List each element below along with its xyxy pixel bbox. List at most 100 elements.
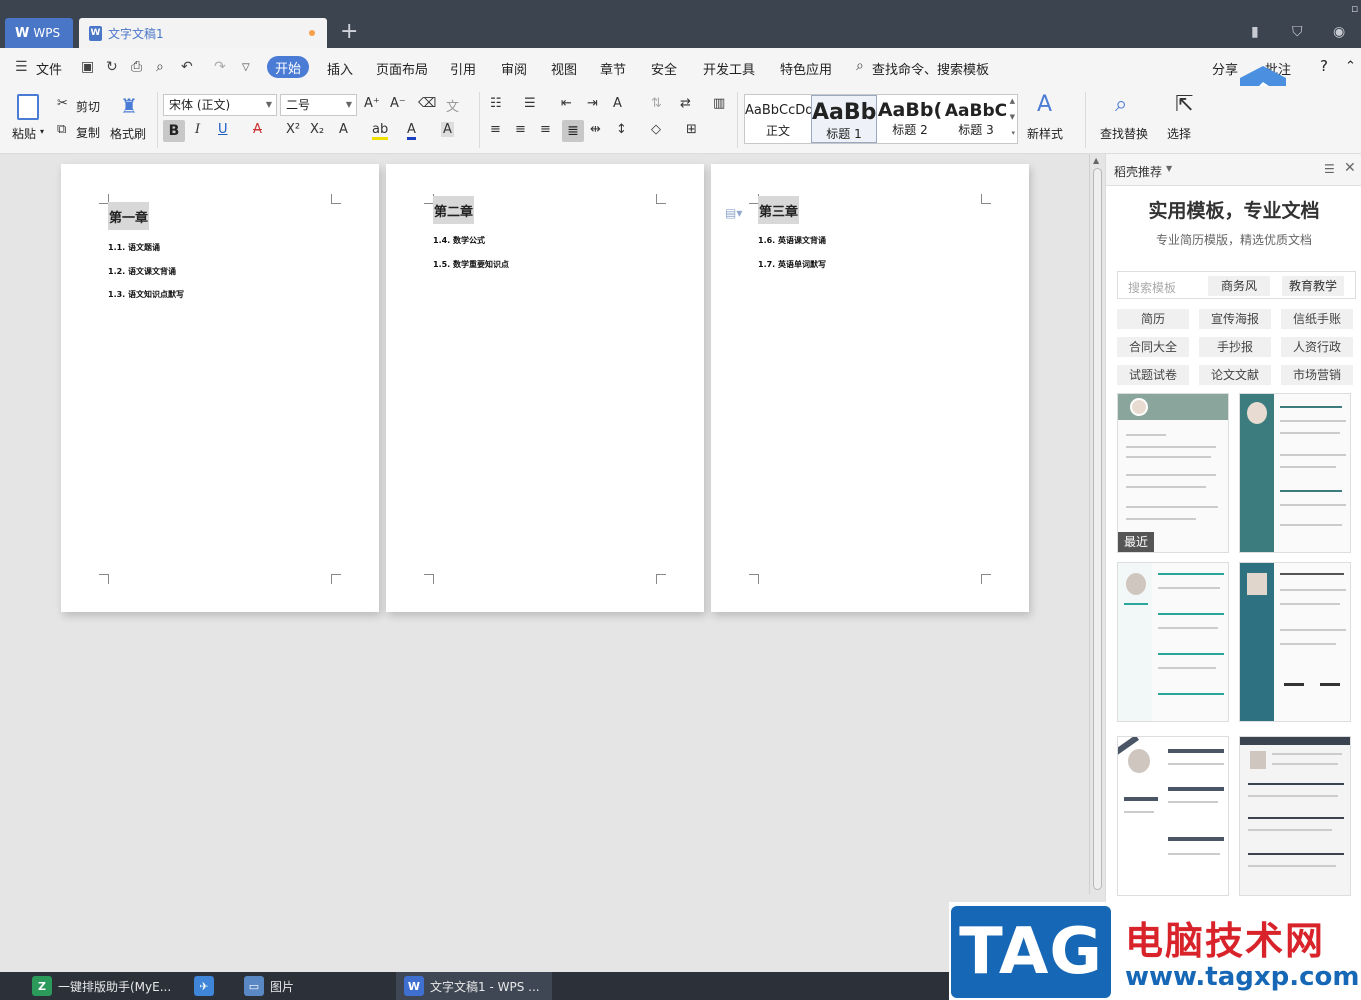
ribbon-collapse-icon[interactable]: ⌃	[1345, 59, 1356, 74]
paragraph-layout-icon[interactable]: ▤▾	[725, 206, 742, 220]
template-thumbnail[interactable]	[1117, 736, 1229, 896]
window-layout-icon[interactable]: ▮	[1251, 24, 1259, 40]
taskbar-app-myeditor[interactable]: Z 一键排版助手(MyE...	[32, 972, 182, 1000]
strikethrough-button[interactable]: A	[253, 122, 262, 137]
menu-view[interactable]: 视图	[551, 59, 577, 78]
increase-indent-icon[interactable]: ⇥	[587, 96, 598, 111]
menu-home[interactable]: 开始	[267, 56, 309, 78]
gallery-scroll-up-icon[interactable]: ▲	[1010, 97, 1015, 105]
category-stationery[interactable]: 信纸手账	[1281, 309, 1353, 329]
template-thumbnail[interactable]	[1239, 562, 1351, 722]
style-heading-3[interactable]: AaBbC 标题 3	[943, 95, 1009, 143]
character-shading-icon[interactable]: A	[441, 122, 454, 137]
section-line[interactable]: 1.6. 英语课文背诵	[758, 235, 826, 246]
quick-tag-business[interactable]: 商务风	[1208, 276, 1270, 296]
format-painter-icon[interactable]: ♜	[120, 94, 138, 118]
scroll-up-icon[interactable]: ▲	[1093, 156, 1099, 165]
numbered-list-icon[interactable]: ☰	[524, 96, 536, 111]
shrink-font-icon[interactable]: A⁻	[390, 96, 406, 111]
phonetic-guide-icon[interactable]: 文	[446, 96, 459, 115]
find-replace-button[interactable]: 查找替换	[1100, 125, 1148, 142]
menu-review[interactable]: 审阅	[501, 59, 527, 78]
decrease-indent-icon[interactable]: ⇤	[561, 96, 572, 111]
text-effect-icon[interactable]: A	[339, 122, 348, 137]
print-icon[interactable]: ⎙	[131, 59, 142, 75]
window-restore-icon[interactable]: ▫	[1351, 2, 1358, 15]
menu-security[interactable]: 安全	[651, 59, 677, 78]
copy-icon[interactable]: ⧉	[57, 122, 66, 137]
category-poster[interactable]: 宣传海报	[1199, 309, 1271, 329]
sort-icon[interactable]: ⇅	[651, 96, 662, 111]
category-hr-admin[interactable]: 人资行政	[1281, 337, 1353, 357]
category-exam-papers[interactable]: 试题试卷	[1117, 365, 1189, 385]
taskbar-app-wps[interactable]: W 文字文稿1 - WPS ...	[396, 972, 552, 1000]
font-name-select[interactable]: 宋体 (正文) ▼	[163, 94, 277, 116]
customize-toolbar-icon[interactable]: ▽	[242, 62, 250, 73]
skin-icon[interactable]: ⛉	[1292, 24, 1303, 40]
bold-button[interactable]: B	[163, 120, 185, 142]
template-search-input[interactable]: 搜索模板	[1128, 279, 1176, 296]
category-handwritten-newspaper[interactable]: 手抄报	[1199, 337, 1271, 357]
section-line[interactable]: 1.5. 数学重要知识点	[433, 259, 509, 270]
clear-format-icon[interactable]: ⌫	[418, 96, 436, 111]
menu-developer[interactable]: 开发工具	[703, 59, 755, 78]
taskbar-app-photos[interactable]: ▭ 图片	[244, 972, 364, 1000]
command-search[interactable]: 查找命令、搜索模板	[872, 59, 989, 78]
format-painter-button[interactable]: 格式刷	[110, 125, 146, 142]
redo-icon[interactable]: ↷	[214, 59, 226, 75]
menu-references[interactable]: 引用	[450, 59, 476, 78]
menu-page-layout[interactable]: 页面布局	[376, 59, 428, 78]
section-line[interactable]: 1.1. 语文题诵	[108, 242, 160, 253]
category-marketing[interactable]: 市场营销	[1281, 365, 1353, 385]
chinese-layout-icon[interactable]: A	[613, 96, 622, 111]
category-papers[interactable]: 论文文献	[1199, 365, 1271, 385]
chapter-heading[interactable]: 第三章	[758, 196, 800, 224]
gallery-expand-icon[interactable]: ▾	[1011, 129, 1015, 137]
taskbar-app-assistant[interactable]: ✈	[194, 972, 224, 1000]
section-line[interactable]: 1.7. 英语单词默写	[758, 259, 826, 270]
style-heading-2[interactable]: AaBb( 标题 2	[877, 95, 943, 143]
font-color-icon[interactable]: A	[407, 122, 416, 140]
template-search-box[interactable]: 搜索模板 商务风 教育教学	[1117, 271, 1356, 299]
menu-insert[interactable]: 插入	[327, 59, 353, 78]
chevron-down-icon[interactable]: ▼	[1166, 164, 1172, 173]
highlight-icon[interactable]: ab	[372, 122, 389, 140]
help-button[interactable]: ?	[1320, 57, 1328, 75]
copy-button[interactable]: 复制	[76, 124, 100, 141]
section-line[interactable]: 1.2. 语文课文背诵	[108, 266, 176, 277]
category-resume[interactable]: 简历	[1117, 309, 1189, 329]
export-icon[interactable]: ↻	[106, 59, 118, 75]
table-layout-icon[interactable]: ▥	[713, 96, 725, 111]
panel-menu-icon[interactable]: ☰	[1324, 162, 1335, 176]
bullet-list-icon[interactable]: ☷	[490, 96, 502, 111]
template-thumbnail[interactable]	[1239, 736, 1351, 896]
document-page[interactable]: 第二章 1.4. 数学公式 1.5. 数学重要知识点	[386, 164, 704, 612]
align-center-icon[interactable]: ≡	[515, 122, 526, 137]
scrollbar-thumb[interactable]	[1093, 168, 1102, 890]
select-button[interactable]: 选择	[1167, 125, 1191, 142]
chapter-heading[interactable]: 第一章	[108, 202, 150, 230]
template-thumbnail[interactable]	[1117, 562, 1229, 722]
style-normal[interactable]: AaBbCcDd 正文	[745, 95, 811, 143]
hamburger-icon[interactable]: ☰	[15, 59, 28, 75]
document-canvas[interactable]: 第一章 1.1. 语文题诵 1.2. 语文课文背诵 1.3. 语文知识点默写 第…	[0, 154, 1089, 972]
subscript-button[interactable]: X₂	[310, 122, 324, 137]
new-style-button[interactable]: 新样式	[1027, 125, 1063, 142]
cut-button[interactable]: 剪切	[76, 98, 100, 115]
superscript-button[interactable]: X²	[286, 122, 300, 137]
align-right-icon[interactable]: ≡	[540, 122, 551, 137]
paste-dropdown-icon[interactable]: ▾	[40, 127, 44, 136]
show-marks-icon[interactable]: ⇄	[680, 96, 691, 111]
underline-button[interactable]: U	[218, 122, 228, 137]
borders-icon[interactable]: ⊞	[686, 122, 697, 137]
style-heading-1[interactable]: AaBb 标题 1	[811, 95, 877, 143]
font-size-select[interactable]: 二号 ▼	[280, 94, 357, 116]
grow-font-icon[interactable]: A⁺	[364, 96, 380, 111]
align-left-icon[interactable]: ≡	[490, 122, 501, 137]
account-icon[interactable]: ◉	[1333, 24, 1345, 40]
chapter-heading[interactable]: 第二章	[433, 196, 475, 224]
vertical-scrollbar[interactable]: ▲	[1089, 154, 1105, 894]
shading-icon[interactable]: ◇	[651, 122, 661, 137]
paste-icon[interactable]	[17, 94, 39, 120]
close-icon[interactable]: ✕	[1344, 160, 1356, 176]
